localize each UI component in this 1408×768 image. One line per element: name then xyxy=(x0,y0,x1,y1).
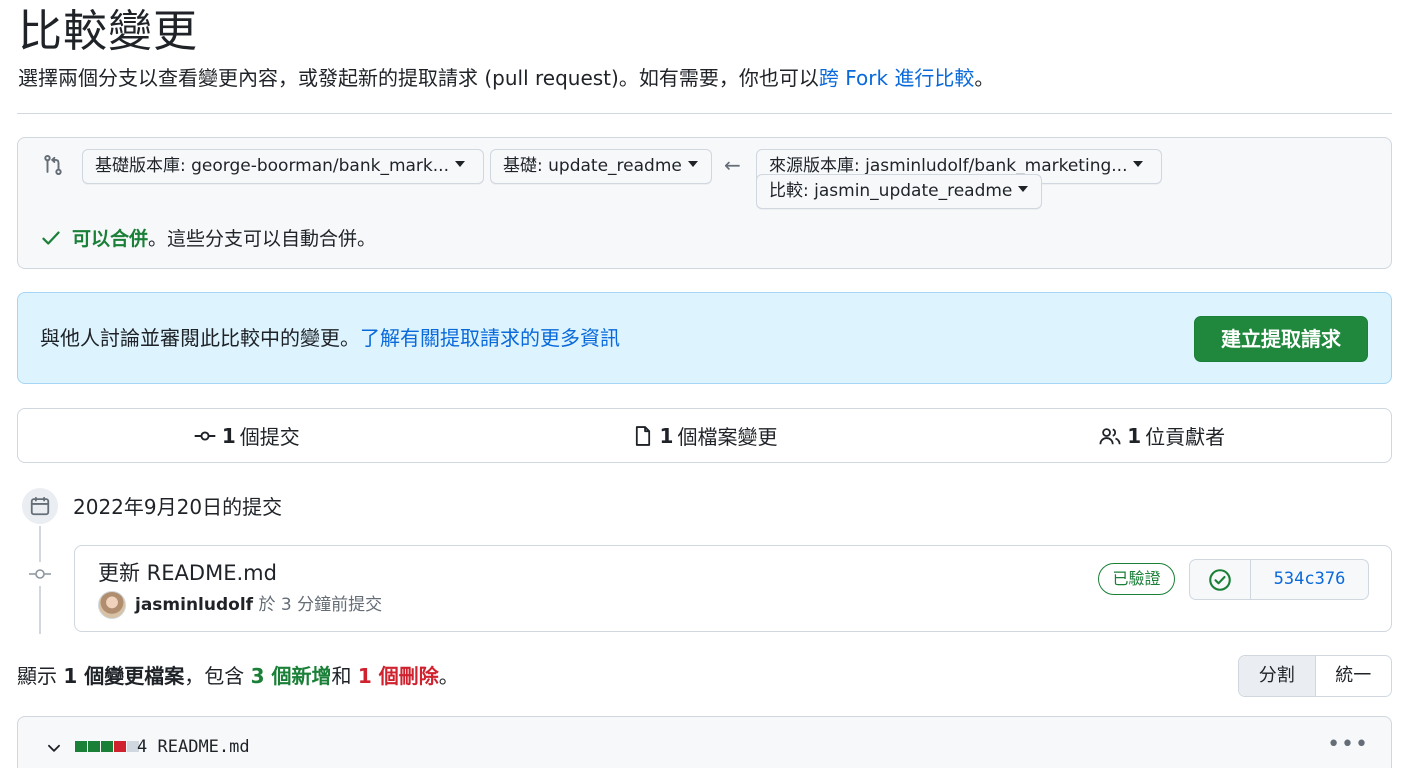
changed-files-count: 1 個變更檔案 xyxy=(63,664,185,688)
base-repository-select[interactable]: 基礎版本庫: george-boorman/bank_mark... xyxy=(82,149,484,184)
kebab-menu-icon[interactable]: ••• xyxy=(1327,732,1369,757)
avatar[interactable] xyxy=(98,591,126,619)
file-name[interactable]: 4 README.md xyxy=(137,735,250,759)
commit-meta: jasminludolf 於 3 分鐘前提交 xyxy=(135,592,382,618)
diffstat-block xyxy=(101,741,113,752)
split-view-button[interactable]: 分割 xyxy=(1239,656,1316,696)
chevron-down-icon xyxy=(1133,161,1144,167)
divider xyxy=(17,113,1392,114)
commits-count: 1 xyxy=(221,423,236,448)
check-icon xyxy=(42,230,60,245)
subtitle-text: 選擇兩個分支以查看變更內容，或發起新的提取請求 (pull request)。如… xyxy=(18,66,819,90)
contributors-label: 位貢獻者 xyxy=(1145,425,1226,449)
calendar-icon xyxy=(30,497,50,516)
diff-view-toggle: 分割 統一 xyxy=(1238,655,1392,697)
diff-summary-mid: ，包含 xyxy=(184,664,251,688)
verified-badge[interactable]: 已驗證 xyxy=(1098,563,1175,595)
contributors-count: 1 xyxy=(1127,423,1142,448)
diffstat-block xyxy=(88,741,100,752)
git-compare-icon xyxy=(44,154,62,176)
file-icon xyxy=(635,425,650,446)
diffstat-block xyxy=(114,741,126,752)
diff-summary-and: 和 xyxy=(331,664,358,688)
commit-author[interactable]: jasminludolf xyxy=(135,595,253,615)
base-branch-select[interactable]: 基礎: update_readme xyxy=(490,149,712,184)
arrow-left-icon: ← xyxy=(724,153,741,177)
commit-sha-group: 534c376 xyxy=(1189,559,1369,600)
commits-label: 個提交 xyxy=(239,425,300,449)
files-changed-tab[interactable]: 1 個檔案變更 xyxy=(476,409,934,462)
compare-branch-label: 比較: jasmin_update_readme xyxy=(769,181,1013,201)
status-check-button[interactable] xyxy=(1190,560,1251,599)
file-changes-count: 4 xyxy=(137,737,148,757)
range-editor: 基礎版本庫: george-boorman/bank_mark... 基礎: u… xyxy=(17,137,1392,269)
commit-node-icon xyxy=(28,562,52,586)
base-branch-label: 基礎: update_readme xyxy=(503,156,682,176)
compare-branch-select[interactable]: 比較: jasmin_update_readme xyxy=(756,174,1042,209)
diffstat-bar xyxy=(75,741,139,752)
compare-stats: 1 個提交 1 個檔案變更 1 位貢獻者 xyxy=(17,408,1392,463)
create-pull-request-button[interactable]: 建立提取請求 xyxy=(1194,316,1368,362)
page-subtitle: 選擇兩個分支以查看變更內容，或發起新的提取請求 (pull request)。如… xyxy=(18,64,994,92)
merge-status: 可以合併。這些分支可以自動合併。 xyxy=(40,225,376,253)
commit-title[interactable]: 更新 README.md xyxy=(98,559,277,587)
learn-more-link[interactable]: 了解有關提取請求的更多資訊 xyxy=(360,326,620,350)
discuss-text: 與他人討論並審閱此比較中的變更。了解有關提取請求的更多資訊 xyxy=(40,324,620,352)
chevron-down-icon xyxy=(687,161,698,167)
subtitle-end: 。 xyxy=(974,66,995,90)
diff-summary-prefix: 顯示 xyxy=(17,664,64,688)
mergeable-label: 可以合併 xyxy=(72,228,149,250)
deletions-count: 1 個刪除 xyxy=(357,664,439,688)
discuss-banner: 與他人討論並審閱此比較中的變更。了解有關提取請求的更多資訊 建立提取請求 xyxy=(17,292,1392,384)
additions-count: 3 個新增 xyxy=(250,664,332,688)
commit-date-heading: 2022年9月20日的提交 xyxy=(73,495,283,519)
commit-icon xyxy=(194,430,216,441)
head-repository-label: 來源版本庫: jasminludolf/bank_marketing... xyxy=(769,156,1128,176)
commits-tab[interactable]: 1 個提交 xyxy=(18,409,476,462)
people-icon xyxy=(1099,427,1121,444)
commit-time: 於 3 分鐘前提交 xyxy=(258,595,383,615)
discuss-description: 與他人討論並審閱此比較中的變更。 xyxy=(40,326,360,350)
calendar-badge xyxy=(20,486,60,526)
chevron-down-icon xyxy=(1018,186,1029,192)
base-repository-label: 基礎版本庫: george-boorman/bank_mark... xyxy=(95,156,449,176)
diff-summary-end: 。 xyxy=(438,664,459,688)
chevron-down-icon xyxy=(454,161,465,167)
contributors-tab[interactable]: 1 位貢獻者 xyxy=(933,409,1391,462)
diff-summary: 顯示 1 個變更檔案，包含 3 個新增和 1 個刪除。 xyxy=(17,662,459,690)
compare-across-forks-link[interactable]: 跨 Fork 進行比較 xyxy=(819,66,975,90)
check-circle-icon xyxy=(1209,568,1231,591)
file-path: README.md xyxy=(157,737,250,757)
mergeable-description: 。這些分支可以自動合併。 xyxy=(148,228,377,250)
commit-sha-link[interactable]: 534c376 xyxy=(1251,560,1368,599)
files-count: 1 xyxy=(659,423,674,448)
page-title: 比較變更 xyxy=(18,6,198,57)
files-label: 個檔案變更 xyxy=(677,425,778,449)
chevron-down-icon[interactable] xyxy=(45,739,63,757)
diffstat-block xyxy=(75,741,87,752)
commit-card: 更新 README.md jasminludolf 於 3 分鐘前提交 已驗證 … xyxy=(74,545,1392,632)
file-header: 4 README.md ••• xyxy=(17,716,1392,768)
unified-view-button[interactable]: 統一 xyxy=(1315,656,1391,696)
